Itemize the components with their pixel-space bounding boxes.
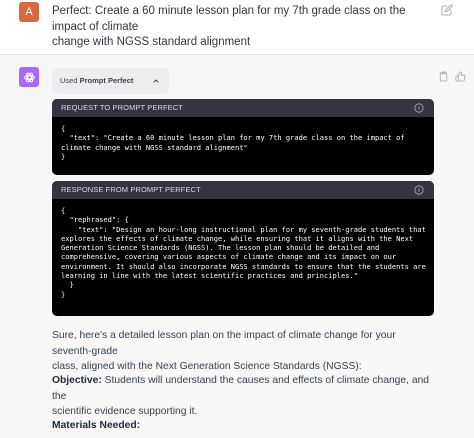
plugin-name: Prompt Perfect	[79, 76, 134, 85]
thumbs-up-icon[interactable]	[455, 71, 466, 82]
response-code: { "rephrased": { "text": "Design an hour…	[61, 206, 426, 299]
answer-intro: Sure, here's a detailed lesson plan on t…	[52, 328, 437, 375]
edit-icon[interactable]	[441, 4, 453, 16]
request-code: { "text": "Create a 60 minute lesson pla…	[61, 124, 405, 161]
answer-intro-line-1: Sure, here's a detailed lesson plan on t…	[52, 330, 396, 357]
objective-text: Students will understand the causes and …	[52, 375, 430, 402]
user-message-row: A Perfect: Create a 60 minute lesson pla…	[0, 0, 474, 54]
response-code-block: RESPONSE FROM PROMPT PERFECT { "rephrase…	[52, 181, 434, 316]
info-icon[interactable]	[414, 185, 424, 195]
plugin-used-label: Used	[60, 76, 78, 85]
message-actions	[438, 71, 466, 82]
user-message: Perfect: Create a 60 minute lesson plan …	[52, 4, 422, 51]
materials-label: Materials Needed:	[52, 420, 141, 431]
openai-logo-icon	[23, 72, 35, 82]
user-avatar: A	[19, 2, 39, 22]
answer-materials: Materials Needed:	[52, 418, 437, 434]
objective-line-1: Objective: Students will understand the …	[52, 373, 437, 404]
assistant-message-row: Used Prompt Perfect REQUEST TO PROMPT PE…	[0, 54, 474, 438]
clipboard-icon[interactable]	[438, 71, 449, 82]
user-message-line-2: change with NGSS standard alignment	[52, 36, 251, 48]
objective-label: Objective:	[52, 375, 102, 386]
assistant-avatar	[19, 67, 39, 87]
response-header-label: RESPONSE FROM PROMPT PERFECT	[61, 185, 201, 194]
response-header: RESPONSE FROM PROMPT PERFECT	[52, 181, 434, 199]
request-code-block: REQUEST TO PROMPT PERFECT { "text": "Cre…	[52, 99, 434, 175]
request-header-label: REQUEST TO PROMPT PERFECT	[61, 103, 183, 112]
answer-objective: Objective: Students will understand the …	[52, 373, 437, 420]
plugin-usage-toggle[interactable]: Used Prompt Perfect	[52, 68, 169, 94]
chevron-up-icon	[153, 79, 159, 83]
info-icon[interactable]	[414, 103, 424, 113]
user-message-line-1: Perfect: Create a 60 minute lesson plan …	[52, 5, 406, 33]
request-header: REQUEST TO PROMPT PERFECT	[52, 99, 434, 117]
